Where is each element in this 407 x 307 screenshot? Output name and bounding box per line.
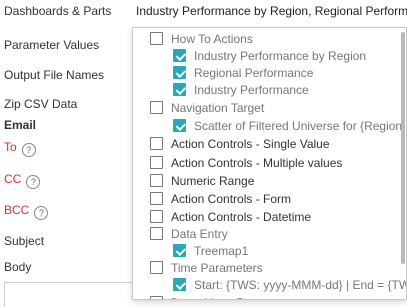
dropdown-item[interactable]: Numeric Range <box>150 172 254 189</box>
dashboards-parts-dropdown[interactable]: How To Actions Industry Performance by Re… <box>132 27 407 300</box>
dropdown-item-label: Action Controls - Form <box>171 191 292 206</box>
dropdown-item[interactable]: Time Parameters <box>150 259 263 276</box>
checkbox-unchecked[interactable] <box>150 101 163 114</box>
dropdown-item-label: Action Controls - Datetime <box>171 209 312 224</box>
checkbox-unchecked[interactable] <box>150 192 163 205</box>
dropdown-item-label: Data Entry <box>171 226 228 241</box>
dropdown-item-label: Regional Performance <box>194 65 314 80</box>
dropdown-item[interactable]: Action Controls - Datetime <box>150 208 311 225</box>
checkbox-unchecked[interactable] <box>150 261 163 274</box>
dropdown-item-label: Action Controls - Multiple values <box>171 155 343 170</box>
dropdown-item[interactable]: Action Controls - Form <box>150 190 291 207</box>
dropdown-item-label: How To Actions <box>171 31 253 46</box>
bcc-help-icon[interactable]: ? <box>34 206 49 220</box>
dropdown-item[interactable]: Start: {TWS: yyyy-MMM-dd} | End = {TWE: … <box>173 276 406 293</box>
dropdown-item[interactable]: Industry Performance <box>173 81 309 98</box>
dropdown-item[interactable]: Scatter of Filtered Universe for {Region… <box>173 117 405 134</box>
dropdown-item[interactable]: Navigation Target <box>150 99 264 116</box>
checkbox-checked[interactable] <box>173 278 186 291</box>
dropdown-item-label: Start: {TWS: yyyy-MMM-dd} | End = {TWE: … <box>194 277 406 292</box>
dropdown-item[interactable]: Action Controls - Single Value <box>150 135 330 152</box>
checkbox-unchecked[interactable] <box>150 174 163 187</box>
bcc-label: BCC? <box>4 203 49 220</box>
dropdown-item-label: Time Parameters <box>171 260 263 275</box>
checkbox-checked[interactable] <box>173 66 186 79</box>
dropdown-item[interactable]: Treemap1 <box>173 242 248 259</box>
to-help-icon[interactable]: ? <box>21 143 36 157</box>
checkbox-checked[interactable] <box>173 83 186 96</box>
parameter-values-label: Parameter Values <box>4 38 100 52</box>
dropdown-item-label: Numeric Range <box>171 173 255 188</box>
subject-label: Subject <box>4 234 45 248</box>
dropdown-scrollbar[interactable] <box>401 32 405 264</box>
checkbox-unchecked[interactable] <box>150 32 163 45</box>
dropdown-item-label: Navigation Target <box>171 100 265 115</box>
dropdown-item-label: Industry Performance by Region <box>194 48 367 63</box>
dropdown-item[interactable]: How To Actions <box>150 30 253 47</box>
email-section-title: Email <box>4 118 37 132</box>
dropdown-item-label: Scatter of Filtered Universe for {Region… <box>194 118 406 133</box>
checkbox-checked[interactable] <box>173 244 186 257</box>
dropdown-item-label: Treemap1 <box>194 243 249 258</box>
zip-csv-data-label: Zip CSV Data <box>4 97 78 111</box>
to-label: To? <box>4 140 36 157</box>
dashboards-parts-select[interactable]: Industry Performance by Region, Regional… <box>136 4 407 20</box>
checkbox-checked[interactable] <box>173 119 186 132</box>
checkbox-unchecked[interactable] <box>150 137 163 150</box>
cc-help-icon[interactable]: ? <box>26 175 41 189</box>
dropdown-item-label: Data-driven Parameters <box>171 296 298 300</box>
checkbox-unchecked[interactable] <box>150 227 163 240</box>
checkbox-unchecked[interactable] <box>150 156 163 169</box>
dropdown-item[interactable]: Action Controls - Multiple values <box>150 154 342 171</box>
dashboards-parts-label: Dashboards & Parts <box>4 4 112 18</box>
checkbox-unchecked[interactable] <box>150 296 163 299</box>
checkbox-unchecked[interactable] <box>150 210 163 223</box>
dropdown-item[interactable]: Data-driven Parameters <box>150 294 298 300</box>
to-label-text: To <box>4 140 17 154</box>
checkbox-checked[interactable] <box>173 49 186 62</box>
body-label: Body <box>4 260 32 274</box>
body-textarea[interactable] <box>4 282 132 307</box>
bcc-label-text: BCC <box>4 203 30 217</box>
output-file-names-label: Output File Names <box>4 68 105 82</box>
dropdown-item[interactable]: Data Entry <box>150 225 228 242</box>
dropdown-item[interactable]: Regional Performance <box>173 64 313 81</box>
dropdown-item-label: Action Controls - Single Value <box>171 136 330 151</box>
cc-label: CC? <box>4 172 41 189</box>
email-export-form: Dashboards & Parts Parameter Values Outp… <box>0 0 407 307</box>
dropdown-item-label: Industry Performance <box>194 82 309 97</box>
cc-label-text: CC <box>4 172 22 186</box>
dropdown-item[interactable]: Industry Performance by Region <box>173 47 366 64</box>
